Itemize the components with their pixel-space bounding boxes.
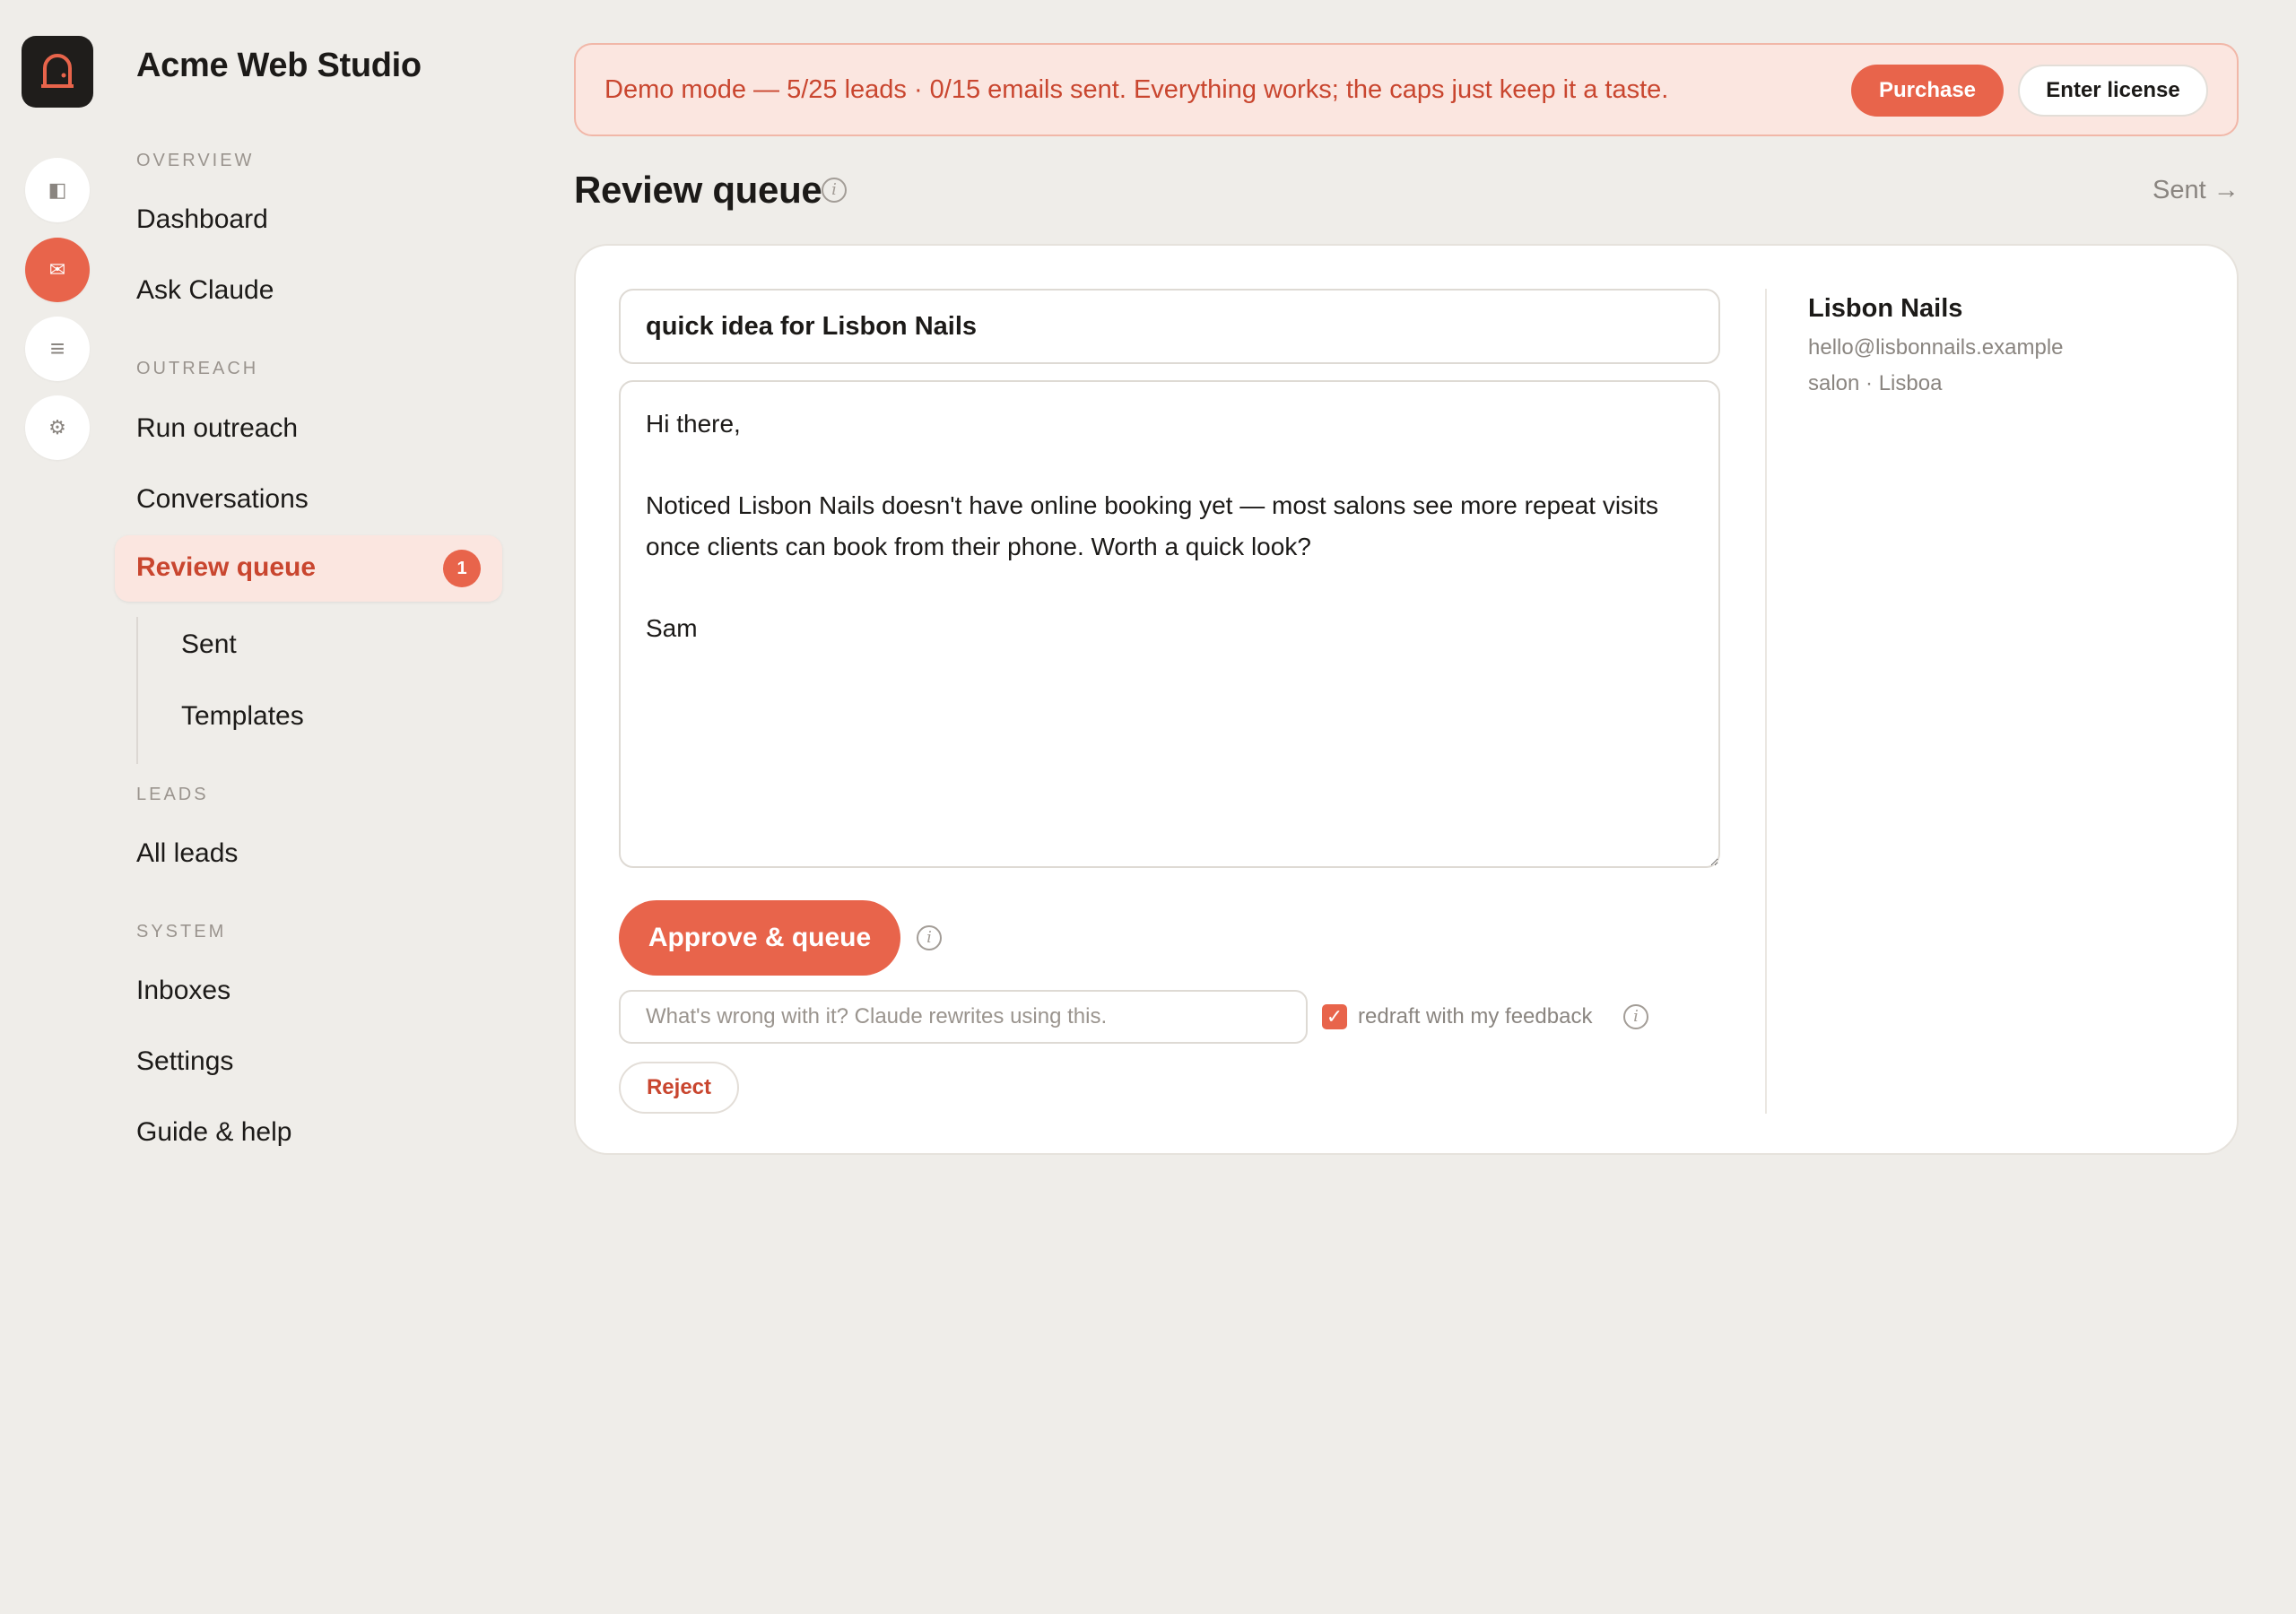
sidebar-item-sent[interactable]: Sent — [181, 629, 237, 660]
sent-link[interactable]: Sent → — [2152, 176, 2239, 205]
gear-icon: ⚙ — [48, 416, 66, 438]
submenu-rule — [136, 617, 138, 764]
checkmark-icon: ✓ — [1326, 1005, 1344, 1028]
redraft-label: redraft with my feedback — [1358, 1004, 1593, 1028]
lead-email: hello@lisbonnails.example — [1808, 335, 2064, 360]
panel-icon: ◧ — [48, 178, 67, 201]
section-label-leads: LEADS — [136, 785, 209, 804]
purchase-button[interactable]: Purchase — [1851, 65, 2004, 117]
sidebar-item-ask-claude[interactable]: Ask Claude — [136, 275, 274, 306]
lead-name: Lisbon Nails — [1808, 294, 1963, 323]
enter-license-button[interactable]: Enter license — [2018, 65, 2208, 117]
section-label-system: SYSTEM — [136, 922, 227, 941]
sidebar-item-run-outreach[interactable]: Run outreach — [136, 413, 298, 444]
approve-queue-button[interactable]: Approve & queue — [619, 900, 900, 976]
sidebar-item-conversations[interactable]: Conversations — [136, 484, 309, 515]
redraft-info-icon[interactable]: i — [1623, 1004, 1648, 1029]
sidebar-item-settings[interactable]: Settings — [136, 1046, 233, 1077]
email-body-field[interactable]: Hi there, Noticed Lisbon Nails doesn't h… — [619, 380, 1720, 868]
icon-rail: ◧ ✉ ≡ ⚙ — [0, 0, 117, 1614]
sidebar-item-templates[interactable]: Templates — [181, 701, 304, 732]
page-title: Review queue — [574, 169, 822, 211]
sidebar-item-guide[interactable]: Guide & help — [136, 1117, 291, 1148]
section-label-overview: OVERVIEW — [136, 151, 255, 170]
demo-banner-text: Demo mode — 5/25 leads · 0/15 emails sen… — [604, 75, 1669, 104]
section-label-outreach: OUTREACH — [136, 359, 259, 378]
sidebar-item-inboxes[interactable]: Inboxes — [136, 976, 230, 1006]
rail-list-button[interactable]: ≡ — [25, 317, 90, 381]
redraft-checkbox[interactable]: ✓ — [1322, 1004, 1347, 1029]
list-icon: ≡ — [49, 334, 65, 362]
rail-mail-button[interactable]: ✉ — [25, 238, 90, 302]
lead-category-location: salon · Lisboa — [1808, 371, 1943, 395]
panel-divider — [1765, 289, 1767, 1114]
count-badge: 1 — [443, 550, 481, 587]
rail-panel-button[interactable]: ◧ — [25, 158, 90, 222]
sidebar-item-label: Review queue — [136, 552, 317, 582]
reject-button[interactable]: Reject — [619, 1062, 739, 1114]
rail-settings-button[interactable]: ⚙ — [25, 395, 90, 460]
demo-banner: Demo mode — 5/25 leads · 0/15 emails sen… — [574, 43, 2239, 136]
approve-info-icon[interactable]: i — [917, 925, 942, 950]
app-name: Acme Web Studio — [136, 47, 422, 84]
draft-card: Hi there, Noticed Lisbon Nails doesn't h… — [574, 244, 2239, 1155]
feedback-input[interactable] — [619, 990, 1308, 1044]
door-icon — [41, 54, 74, 88]
mail-icon: ✉ — [48, 258, 66, 281]
sidebar-item-dashboard[interactable]: Dashboard — [136, 204, 268, 235]
sidebar-item-all-leads[interactable]: All leads — [136, 838, 238, 869]
info-icon[interactable]: i — [822, 178, 847, 203]
subject-field[interactable] — [619, 289, 1720, 364]
app-logo[interactable] — [22, 36, 93, 108]
sidebar-item-review-queue[interactable]: Review queue 1 — [115, 535, 502, 602]
